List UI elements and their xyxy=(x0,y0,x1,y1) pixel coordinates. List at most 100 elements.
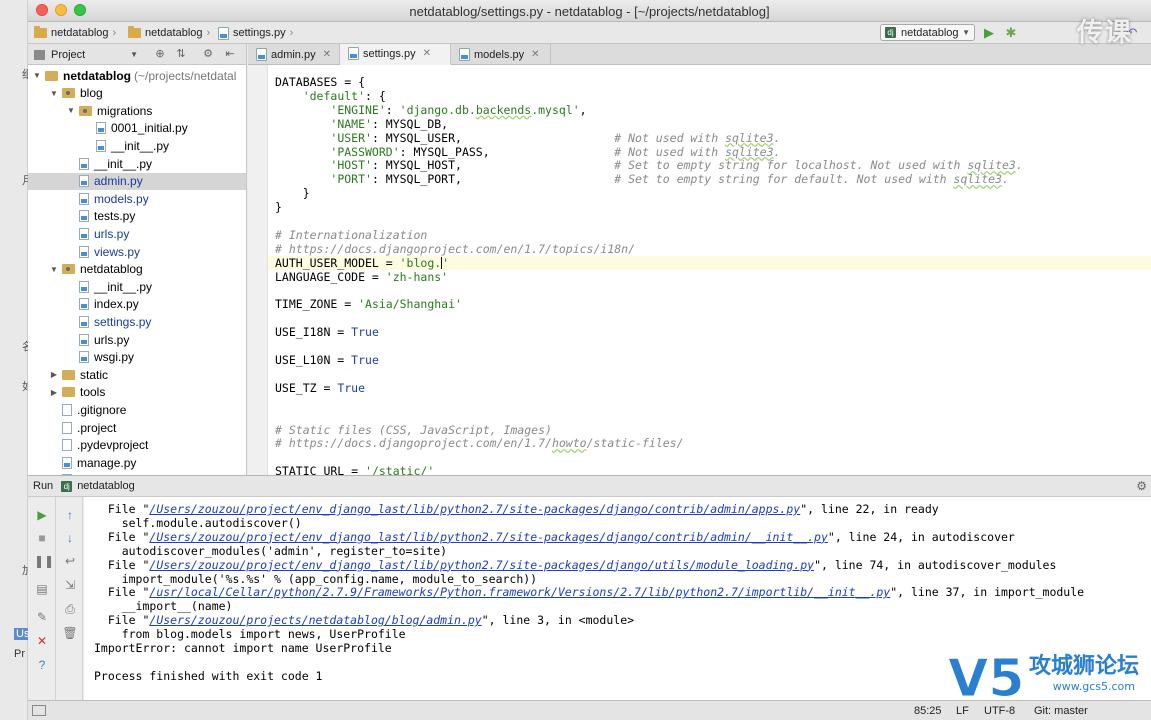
code-line[interactable]: USE_TZ = True xyxy=(268,381,1151,395)
tree-item[interactable]: ▼ netdatablog xyxy=(28,261,246,278)
print-icon[interactable]: ⎙ xyxy=(62,601,78,617)
collapsed-arrow-icon[interactable]: ▶ xyxy=(49,388,59,397)
code-line[interactable]: 'NAME': MYSQL_DB, xyxy=(268,117,1151,131)
tree-item[interactable]: .pydevproject xyxy=(28,437,246,454)
collapse-icon[interactable]: ⇅ xyxy=(173,47,189,62)
tree-item[interactable]: ▼ blog xyxy=(28,85,246,102)
code-line[interactable]: 'PORT': MYSQL_PORT, # Set to empty strin… xyxy=(268,172,1151,186)
scroll-end-icon[interactable]: ⇲ xyxy=(62,577,78,593)
tab-settings[interactable]: settings.py ✕ xyxy=(340,44,451,65)
code-editor[interactable]: DATABASES = { 'default': { 'ENGINE': 'dj… xyxy=(268,65,1151,475)
tree-item[interactable]: ▼ netdatablog (~/projects/netdatal xyxy=(28,67,246,84)
code-line[interactable] xyxy=(268,450,1151,464)
code-line[interactable]: # https://docs.djangoproject.com/en/1.7/… xyxy=(268,242,1151,256)
target-icon[interactable]: ⊕ xyxy=(152,47,168,62)
tree-item[interactable]: ▼ migrations xyxy=(28,102,246,119)
tree-item[interactable]: settings.py xyxy=(28,313,246,330)
code-line[interactable] xyxy=(268,395,1151,409)
code-line[interactable]: # Internationalization xyxy=(268,228,1151,242)
toggle-tool-windows-icon[interactable] xyxy=(32,705,46,716)
line-separator[interactable]: LF xyxy=(956,705,969,717)
code-line[interactable]: TIME_ZONE = 'Asia/Shanghai' xyxy=(268,297,1151,311)
close-icon[interactable]: ✕ xyxy=(423,48,431,59)
tree-item[interactable]: ▶ static xyxy=(28,366,246,383)
tree-item[interactable]: views.py xyxy=(28,243,246,260)
code-line[interactable] xyxy=(268,409,1151,423)
tree-item-label: blog xyxy=(80,86,103,101)
expanded-arrow-icon[interactable]: ▼ xyxy=(49,89,59,98)
tree-item[interactable]: 0001_initial.py xyxy=(28,120,246,137)
console-line: File "/Users/zouzou/project/env_django_l… xyxy=(94,502,939,516)
collapsed-arrow-icon[interactable]: ▶ xyxy=(49,370,59,379)
code-line[interactable]: 'default': { xyxy=(268,89,1151,103)
tree-item[interactable]: .gitignore xyxy=(28,401,246,418)
code-line[interactable]: USE_L10N = True xyxy=(268,353,1151,367)
trash-icon[interactable]: 🗑 xyxy=(62,625,78,641)
pause-icon[interactable]: ❚❚ xyxy=(34,553,54,569)
code-line[interactable] xyxy=(268,367,1151,381)
tree-item[interactable]: urls.py xyxy=(28,225,246,242)
vcs-branch[interactable]: Git: master xyxy=(1034,705,1088,717)
code-line[interactable] xyxy=(268,284,1151,298)
code-line[interactable]: USE_I18N = True xyxy=(268,325,1151,339)
gear-icon[interactable]: ⚙ xyxy=(200,47,216,62)
gear-icon[interactable]: ⚙ xyxy=(1136,479,1147,493)
tree-item[interactable]: wsgi.py xyxy=(28,349,246,366)
tree-item[interactable]: models.py xyxy=(28,190,246,207)
file-encoding[interactable]: UTF-8 xyxy=(984,705,1015,717)
tab-admin[interactable]: admin.py ✕ xyxy=(248,44,340,65)
arrow-up-icon[interactable]: ↑ xyxy=(62,507,78,523)
expanded-arrow-icon[interactable]: ▼ xyxy=(32,71,42,80)
tree-item[interactable]: tests.py xyxy=(28,208,246,225)
code-line[interactable] xyxy=(268,339,1151,353)
rerun-icon[interactable]: ▶ xyxy=(34,507,50,523)
pin-icon[interactable]: ✎ xyxy=(34,609,50,625)
breadcrumb-file[interactable]: settings.py › xyxy=(218,25,293,41)
code-line[interactable]: LANGUAGE_CODE = 'zh-hans' xyxy=(268,270,1151,284)
tree-item[interactable]: __init__.py xyxy=(28,155,246,172)
tree-item[interactable]: admin.py xyxy=(28,172,246,190)
code-line[interactable]: 'PASSWORD': MYSQL_PASS, # Not used with … xyxy=(268,145,1151,159)
tree-item[interactable]: index.py xyxy=(28,296,246,313)
code-line[interactable]: STATIC_URL = '/static/' xyxy=(268,464,1151,475)
bug-icon[interactable]: ✱ xyxy=(1003,25,1019,41)
tree-item[interactable]: manage.py xyxy=(28,454,246,471)
code-line[interactable] xyxy=(268,311,1151,325)
hide-panel-icon[interactable]: ⇤ xyxy=(222,47,238,62)
breadcrumb-project[interactable]: netdatablog › xyxy=(34,25,116,41)
caret-position[interactable]: 85:25 xyxy=(914,705,942,717)
python-file-icon xyxy=(348,47,359,60)
code-line[interactable]: 'USER': MYSQL_USER, # Not used with sqli… xyxy=(268,131,1151,145)
tree-item[interactable]: urls.py xyxy=(28,331,246,348)
code-line[interactable]: } xyxy=(268,200,1151,214)
tree-item-label: __init__.py xyxy=(94,156,153,171)
code-line[interactable]: 'HOST': MYSQL_HOST, # Set to empty strin… xyxy=(268,158,1151,172)
run-configuration-select[interactable]: dj netdatablog ▼ xyxy=(880,24,975,41)
code-line[interactable]: # https://docs.djangoproject.com/en/1.7/… xyxy=(268,436,1151,450)
play-icon[interactable]: ▶ xyxy=(981,25,997,41)
close-icon[interactable]: ✕ xyxy=(34,633,50,649)
tree-item[interactable]: __init__.py xyxy=(28,278,246,295)
code-line[interactable]: # Static files (CSS, JavaScript, Images) xyxy=(268,423,1151,437)
arrow-down-icon[interactable]: ↓ xyxy=(62,530,78,546)
run-config-tab[interactable]: dj netdatablog xyxy=(61,480,135,492)
project-view-select[interactable]: Project ▼ xyxy=(34,47,138,62)
expanded-arrow-icon[interactable]: ▼ xyxy=(49,265,59,274)
close-icon[interactable]: ✕ xyxy=(323,49,331,60)
close-icon[interactable]: ✕ xyxy=(531,49,539,60)
layout-icon[interactable]: ▤ xyxy=(34,581,50,597)
tab-models[interactable]: models.py ✕ xyxy=(451,44,551,65)
code-line[interactable]: 'ENGINE': 'django.db.backends.mysql', xyxy=(268,103,1151,117)
code-line[interactable]: } xyxy=(268,186,1151,200)
wrap-icon[interactable]: ↩ xyxy=(62,553,78,569)
code-line[interactable] xyxy=(268,214,1151,228)
tree-item[interactable]: ▶ tools xyxy=(28,384,246,401)
stop-icon[interactable]: ■ xyxy=(34,530,50,546)
tree-item[interactable]: __init__.py xyxy=(28,137,246,154)
help-icon[interactable]: ? xyxy=(34,657,50,673)
code-line[interactable]: AUTH_USER_MODEL = 'blog.' xyxy=(268,255,1151,270)
breadcrumb-package[interactable]: netdatablog › xyxy=(128,25,210,41)
tree-item[interactable]: .project xyxy=(28,419,246,436)
expanded-arrow-icon[interactable]: ▼ xyxy=(66,106,76,115)
code-line[interactable]: DATABASES = { xyxy=(268,75,1151,89)
